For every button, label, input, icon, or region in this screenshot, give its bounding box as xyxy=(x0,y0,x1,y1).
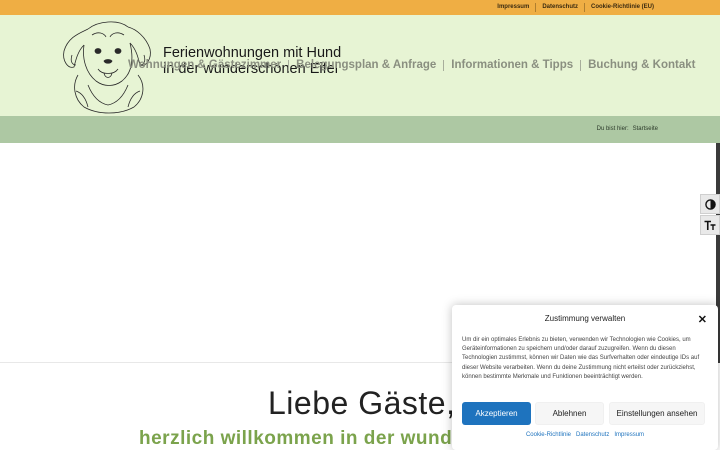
topbar-link-datenschutz[interactable]: Datenschutz xyxy=(535,3,584,12)
top-bar: Impressum Datenschutz Cookie-Richtlinie … xyxy=(0,0,720,15)
nav-separator xyxy=(443,59,445,71)
main-nav: Wohnungen & Gästezimmer Belegungsplan & … xyxy=(128,59,695,71)
view-settings-button[interactable]: Einstellungen ansehen xyxy=(609,402,705,425)
breadcrumb-prefix: Du bist hier: xyxy=(596,126,629,132)
topbar-link-impressum[interactable]: Impressum xyxy=(491,3,535,12)
breadcrumb-current[interactable]: Startseite xyxy=(633,126,658,132)
topbar-link-cookie-policy[interactable]: Cookie-Richtlinie (EU) xyxy=(583,3,660,12)
deny-button[interactable]: Ablehnen xyxy=(535,402,604,425)
cookie-consent-dialog: Zustimmung verwalten ✕ Um dir ein optima… xyxy=(452,305,718,450)
accept-button[interactable]: Akzeptieren xyxy=(462,402,531,425)
nav-item-buchung[interactable]: Buchung & Kontakt xyxy=(588,59,695,71)
font-size-icon xyxy=(704,220,716,230)
nav-item-wohnungen[interactable]: Wohnungen & Gästezimmer xyxy=(128,59,281,71)
nav-item-informationen[interactable]: Informationen & Tipps xyxy=(451,59,573,71)
breadcrumb-bar: Du bist hier: Startseite xyxy=(0,116,720,143)
nav-separator xyxy=(288,59,290,71)
top-links: Impressum Datenschutz Cookie-Richtlinie … xyxy=(491,3,660,12)
cookie-dialog-text: Um dir ein optimales Erlebnis zu bieten,… xyxy=(462,337,700,380)
breadcrumb: Du bist hier: Startseite xyxy=(597,126,658,132)
contrast-icon xyxy=(704,198,716,210)
cookie-link-datenschutz[interactable]: Datenschutz xyxy=(576,432,609,438)
cookie-link-policy[interactable]: Cookie-Richtlinie xyxy=(526,432,571,438)
cookie-dialog-links: Cookie-Richtlinie Datenschutz Impressum xyxy=(452,432,718,438)
site-header: Ferienwohnungen mit Hund in der wundersc… xyxy=(0,15,720,116)
close-icon[interactable]: ✕ xyxy=(698,313,707,326)
nav-separator xyxy=(580,59,582,71)
cookie-dialog-title: Zustimmung verwalten xyxy=(544,314,626,323)
nav-item-belegungsplan[interactable]: Belegungsplan & Anfrage xyxy=(296,59,436,71)
welcome-subheading: herzlich willkommen in der wunde xyxy=(139,428,464,449)
cookie-link-impressum[interactable]: Impressum xyxy=(614,432,644,438)
page-heading: Liebe Gäste, xyxy=(268,385,456,421)
font-size-toggle-button[interactable] xyxy=(700,215,720,235)
contrast-toggle-button[interactable] xyxy=(700,194,720,214)
